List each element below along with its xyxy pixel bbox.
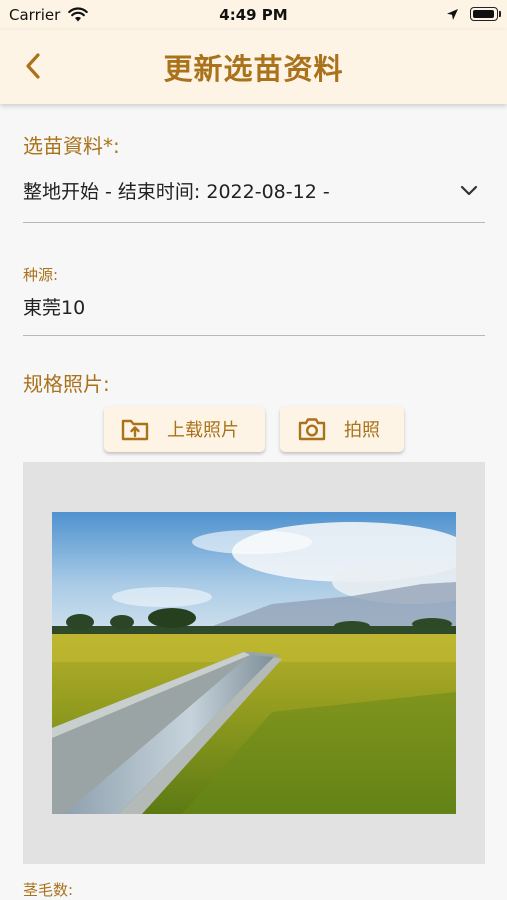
status-bar: Carrier 4:49 PM	[0, 0, 507, 30]
seedling-data-label: 选苗資料*:	[23, 134, 120, 158]
location-arrow-icon	[447, 9, 458, 20]
rice-field-photo[interactable]	[52, 512, 456, 814]
take-photo-label: 拍照	[344, 420, 380, 441]
seedling-data-divider	[23, 222, 485, 223]
navigation-bar: 更新选苗资料	[0, 30, 507, 104]
chevron-down-icon	[460, 185, 478, 196]
clock: 4:49 PM	[219, 6, 288, 24]
seed-source-label: 种源:	[23, 266, 59, 284]
folder-upload-icon	[121, 419, 149, 441]
seed-source-divider	[23, 335, 485, 336]
spec-photo-label: 规格照片:	[23, 372, 110, 396]
take-photo-button[interactable]: 拍照	[280, 406, 404, 452]
photo-preview-frame	[23, 462, 485, 864]
stem-count-label: 茎毛数:	[23, 881, 74, 899]
upload-photo-label: 上载照片	[167, 420, 239, 441]
rice-field-image	[52, 512, 456, 814]
camera-icon	[298, 418, 326, 441]
upload-photo-button[interactable]: 上载照片	[104, 406, 265, 452]
seedling-data-value: 整地开始 - 结束时间: 2022-08-12 -	[23, 181, 330, 203]
battery-icon	[470, 7, 498, 21]
page-title: 更新选苗资料	[163, 52, 344, 86]
seed-source-field[interactable]: 東莞10	[23, 293, 85, 320]
battery-cap	[499, 11, 501, 17]
seedling-data-select[interactable]: 整地开始 - 结束时间: 2022-08-12 -	[23, 170, 485, 212]
